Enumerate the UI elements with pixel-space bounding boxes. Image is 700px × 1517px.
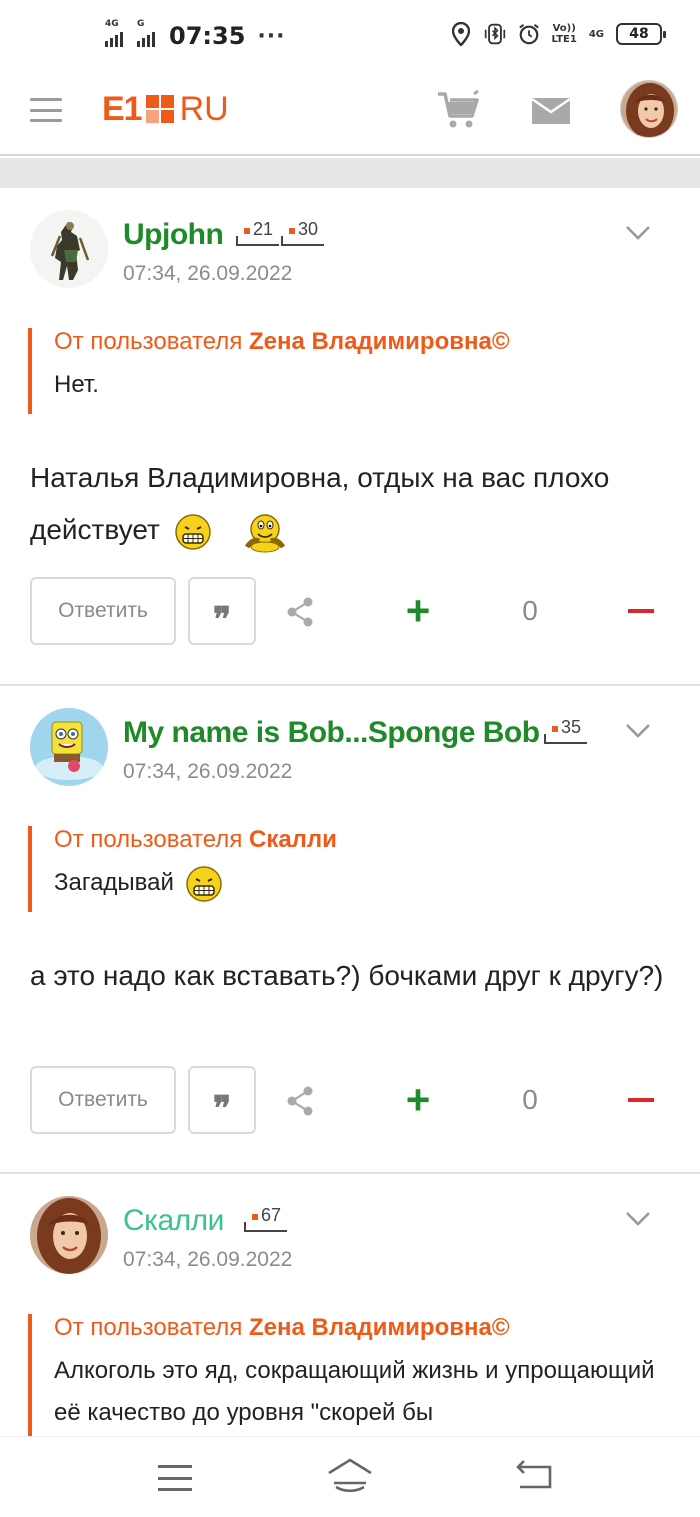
comment-author-avatar[interactable]	[30, 1196, 108, 1274]
grin-emoji-icon	[174, 513, 211, 550]
comment-actions: Ответить ❞ + 0	[0, 577, 700, 647]
comment-item: Upjohn 21 30 07:34, 26.09.2022 От пользо…	[0, 188, 700, 684]
quote-header: От пользователя Zена Владимировна©	[54, 1314, 510, 1341]
logo-ru-text: RU	[179, 90, 229, 128]
comment-item: Скалли 67 07:34, 26.09.2022 От пользоват…	[0, 1174, 700, 1436]
rating-badge: 67	[244, 1205, 288, 1232]
status-bar: 4G G 07:35 ··· Vo)) LTE1 4G 48	[0, 0, 700, 72]
alarm-icon	[518, 22, 540, 46]
rating-badge: 35	[544, 717, 588, 744]
quote-text: Нет.	[54, 371, 99, 398]
comment-actions: Ответить ❞ + 0	[0, 1066, 700, 1136]
author-rating-badges: 21 30	[236, 219, 326, 246]
battery-icon: 48	[616, 23, 666, 45]
location-icon	[450, 22, 472, 46]
chevron-down-icon[interactable]	[624, 1210, 652, 1228]
volte-indicator: Vo)) LTE1	[551, 23, 577, 45]
logo-e1-text: E1	[102, 90, 143, 128]
quote-button[interactable]: ❞	[188, 577, 256, 645]
share-icon[interactable]	[286, 1086, 314, 1116]
hug-emoji-icon	[245, 513, 286, 553]
comment-author-name[interactable]: Скалли	[123, 1204, 224, 1238]
user-avatar[interactable]	[620, 80, 678, 138]
author-rating-badges: 35	[544, 717, 589, 744]
comment-body: а это надо как вставать?) бочками друг к…	[30, 960, 664, 991]
section-separator	[0, 158, 700, 188]
sim1-signal-icon: 4G	[105, 19, 123, 47]
quote-user-link[interactable]: Скалли	[249, 826, 337, 853]
quoted-message: От пользователя Zена Владимировна© Алког…	[28, 1314, 680, 1436]
quote-user-link[interactable]: Zена Владимировна©	[249, 1314, 510, 1341]
clock: 07:35	[169, 22, 246, 50]
downvote-button[interactable]	[628, 609, 654, 613]
e1-logo[interactable]: E1 RU	[102, 92, 229, 126]
system-navigation-bar	[0, 1436, 700, 1517]
quote-header: От пользователя Скалли	[54, 826, 337, 853]
sim2-signal-icon: G	[137, 19, 155, 47]
comment-author-avatar[interactable]	[30, 708, 108, 786]
comment-score: 0	[522, 1084, 538, 1115]
chevron-down-icon[interactable]	[624, 224, 652, 242]
comment-date: 07:34, 26.09.2022	[123, 1248, 293, 1271]
comment-author-avatar[interactable]	[30, 210, 108, 288]
more-notifications-icon: ···	[257, 23, 286, 49]
quote-text: Алкоголь это яд, сокращающий жизнь и упр…	[54, 1357, 655, 1426]
author-rating-badges: 67	[244, 1205, 289, 1232]
downvote-button[interactable]	[628, 1098, 654, 1102]
bluetooth-vibrate-icon	[484, 22, 506, 46]
upvote-button[interactable]: +	[400, 589, 436, 633]
network-4g-icon: 4G	[588, 28, 604, 40]
app-header: E1 RU	[0, 72, 700, 156]
quote-user-link[interactable]: Zена Владимировна©	[249, 328, 510, 355]
reply-button[interactable]: Ответить	[30, 1066, 176, 1134]
mail-icon[interactable]	[531, 98, 571, 124]
back-icon[interactable]	[514, 1459, 554, 1493]
comment-body: Наталья Владимировна, отдых на вас плохо…	[30, 452, 680, 556]
quoted-message: От пользователя Скалли Загадывай	[28, 826, 337, 912]
comment-score: 0	[522, 595, 538, 626]
hamburger-icon[interactable]	[30, 98, 62, 122]
upvote-button[interactable]: +	[400, 1078, 436, 1122]
rating-badge: 21	[236, 219, 280, 246]
quote-header: От пользователя Zена Владимировна©	[54, 328, 510, 355]
chevron-down-icon[interactable]	[624, 722, 652, 740]
home-icon[interactable]	[326, 1457, 374, 1493]
cart-icon[interactable]	[436, 89, 480, 130]
comment-date: 07:34, 26.09.2022	[123, 262, 293, 285]
share-icon[interactable]	[286, 597, 314, 627]
comment-date: 07:34, 26.09.2022	[123, 760, 293, 783]
comment-author-name[interactable]: Upjohn	[123, 218, 224, 252]
logo-square-icon	[145, 95, 174, 123]
rating-badge: 30	[281, 219, 325, 246]
battery-level: 48	[629, 26, 649, 42]
quoted-message: От пользователя Zена Владимировна© Нет.	[28, 328, 510, 414]
quote-text: Загадывай	[54, 862, 337, 904]
grin-emoji-icon	[185, 865, 222, 902]
comment-item: My name is Bob...Sponge Bob 35 07:34, 26…	[0, 686, 700, 1172]
recent-apps-icon[interactable]	[158, 1465, 192, 1491]
comment-author-name[interactable]: My name is Bob...Sponge Bob	[123, 716, 540, 750]
reply-button[interactable]: Ответить	[30, 577, 176, 645]
quote-button[interactable]: ❞	[188, 1066, 256, 1134]
